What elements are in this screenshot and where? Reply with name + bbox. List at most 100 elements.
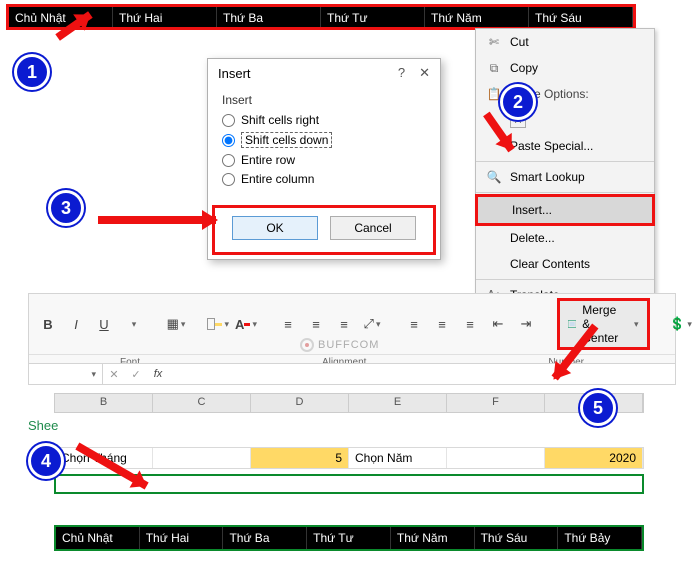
menu-copy[interactable]: ⧉ Copy <box>476 55 654 81</box>
day-cell[interactable]: Thứ Sáu <box>475 527 559 549</box>
dialog-group-label: Insert <box>222 93 426 107</box>
cancel-button[interactable]: Cancel <box>330 216 416 240</box>
cell-empty[interactable] <box>153 448 251 468</box>
italic-button[interactable]: I <box>65 313 87 335</box>
dialog-help-button[interactable]: ? <box>398 65 405 81</box>
fx-button[interactable]: fx <box>147 368 169 380</box>
font-color-button[interactable]: A▾ <box>235 313 257 335</box>
annotation-arrow <box>98 216 216 224</box>
radio-input[interactable] <box>222 134 235 147</box>
cell-label-year[interactable]: Chọn Năm <box>349 448 447 468</box>
column-header[interactable]: D <box>251 394 349 412</box>
menu-separator <box>476 279 654 280</box>
menu-delete[interactable]: Delete... <box>476 225 654 251</box>
context-menu: ✄ Cut ⧉ Copy 📋 Paste Options: A Paste Sp… <box>475 28 655 309</box>
step-badge-5: 5 <box>580 390 616 426</box>
ok-button[interactable]: OK <box>232 216 318 240</box>
menu-clear-contents[interactable]: Clear Contents <box>476 251 654 277</box>
day-cell[interactable]: Thứ Sáu <box>529 7 633 27</box>
menu-insert[interactable]: Insert... <box>475 194 655 226</box>
menu-cut[interactable]: ✄ Cut <box>476 29 654 55</box>
radio-input[interactable] <box>222 173 235 186</box>
underline-button[interactable]: U <box>93 313 115 335</box>
cell-empty[interactable] <box>447 448 545 468</box>
radio-label: Entire row <box>241 153 295 167</box>
align-left-button[interactable]: ≡ <box>403 313 425 335</box>
lookup-icon: 🔍 <box>486 169 502 185</box>
step-badge-4: 4 <box>28 443 64 479</box>
day-cell[interactable]: Thứ Hai <box>113 7 217 27</box>
watermark-text: BUFFCOM <box>318 339 379 351</box>
day-cell[interactable]: Thứ Tư <box>321 7 425 27</box>
sheet-tab-label[interactable]: Shee <box>28 418 58 433</box>
day-cell[interactable]: Thứ Bảy <box>558 527 642 549</box>
step-badge-3: 3 <box>48 190 84 226</box>
radio-input[interactable] <box>222 154 235 167</box>
scissors-icon: ✄ <box>486 34 502 50</box>
radio-entire-row[interactable]: Entire row <box>222 153 426 167</box>
chevron-down-icon[interactable]: ▾ <box>91 369 96 380</box>
menu-label: Smart Lookup <box>510 170 585 184</box>
align-top-button[interactable]: ≡ <box>277 313 299 335</box>
day-cell[interactable]: Thứ Ba <box>223 527 307 549</box>
day-cell[interactable]: Thứ Ba <box>217 7 321 27</box>
step-badge-2: 2 <box>500 84 536 120</box>
watermark-logo-icon <box>300 338 314 352</box>
day-cell[interactable]: Thứ Năm <box>391 527 475 549</box>
cancel-formula-button[interactable]: ✕ <box>103 368 125 381</box>
merge-icon <box>568 317 576 331</box>
column-headers: B C D E F G <box>54 393 644 413</box>
day-header-row[interactable]: Chủ Nhật Thứ Hai Thứ Ba Thứ Tư Thứ Năm T… <box>54 525 644 551</box>
orientation-button[interactable]: ⤢▾ <box>361 313 383 335</box>
align-center-button[interactable]: ≡ <box>431 313 453 335</box>
radio-label: Entire column <box>241 172 314 186</box>
column-header[interactable]: C <box>153 394 251 412</box>
menu-label: Clear Contents <box>510 257 590 271</box>
column-header[interactable]: B <box>55 394 153 412</box>
ribbon: B I U ▾ ▦▾ ▾ A▾ ≡ ≡ ≡ ⤢▾ ≡ ≡ ≡ ⇤ ⇥ Merge… <box>28 293 676 371</box>
watermark: BUFFCOM <box>300 338 379 352</box>
accounting-format-button[interactable]: 💲▾ <box>670 313 692 335</box>
day-cell[interactable]: Thứ Hai <box>140 527 224 549</box>
cell-year-value[interactable]: 2020 <box>545 448 643 468</box>
dialog-titlebar: Insert ? ✕ <box>208 59 440 87</box>
menu-label: Copy <box>510 61 538 75</box>
day-cell[interactable]: Thứ Năm <box>425 7 529 27</box>
dialog-close-button[interactable]: ✕ <box>419 65 430 81</box>
borders-button[interactable]: ▦▾ <box>165 313 187 335</box>
bold-button[interactable]: B <box>37 313 59 335</box>
data-row: Chọn Tháng 5 Chọn Năm 2020 <box>54 447 644 469</box>
menu-smart-lookup[interactable]: 🔍 Smart Lookup <box>476 164 654 190</box>
radio-shift-right[interactable]: Shift cells right <box>222 113 426 127</box>
radio-input[interactable] <box>222 114 235 127</box>
column-header[interactable]: F <box>447 394 545 412</box>
copy-icon: ⧉ <box>486 60 502 76</box>
radio-label: Shift cells down <box>241 132 332 148</box>
fill-color-button[interactable]: ▾ <box>207 313 229 335</box>
radio-label: Shift cells right <box>241 113 319 127</box>
formula-bar: ▾ ✕ ✓ fx <box>28 363 676 385</box>
underline-dropdown[interactable]: ▾ <box>123 313 145 335</box>
step-badge-1: 1 <box>14 54 50 90</box>
enter-formula-button[interactable]: ✓ <box>125 368 147 381</box>
radio-entire-column[interactable]: Entire column <box>222 172 426 186</box>
merge-center-button[interactable]: Merge & Center ▾ <box>557 298 650 350</box>
day-cell[interactable]: Chủ Nhật <box>56 527 140 549</box>
day-cell[interactable]: Thứ Tư <box>307 527 391 549</box>
decrease-indent-button[interactable]: ⇤ <box>487 313 509 335</box>
column-header[interactable]: E <box>349 394 447 412</box>
align-bottom-button[interactable]: ≡ <box>333 313 355 335</box>
menu-label: Cut <box>510 35 529 49</box>
align-middle-button[interactable]: ≡ <box>305 313 327 335</box>
increase-indent-button[interactable]: ⇥ <box>515 313 537 335</box>
cell-month-value[interactable]: 5 <box>251 448 349 468</box>
menu-label: Insert... <box>512 203 552 217</box>
name-box[interactable]: ▾ <box>29 364 103 384</box>
radio-shift-down[interactable]: Shift cells down <box>222 132 426 148</box>
insert-dialog: Insert ? ✕ Insert Shift cells right Shif… <box>207 58 441 260</box>
menu-label: Delete... <box>510 231 555 245</box>
align-right-button[interactable]: ≡ <box>459 313 481 335</box>
chevron-down-icon: ▾ <box>634 319 639 330</box>
menu-separator <box>476 161 654 162</box>
menu-separator <box>476 192 654 193</box>
